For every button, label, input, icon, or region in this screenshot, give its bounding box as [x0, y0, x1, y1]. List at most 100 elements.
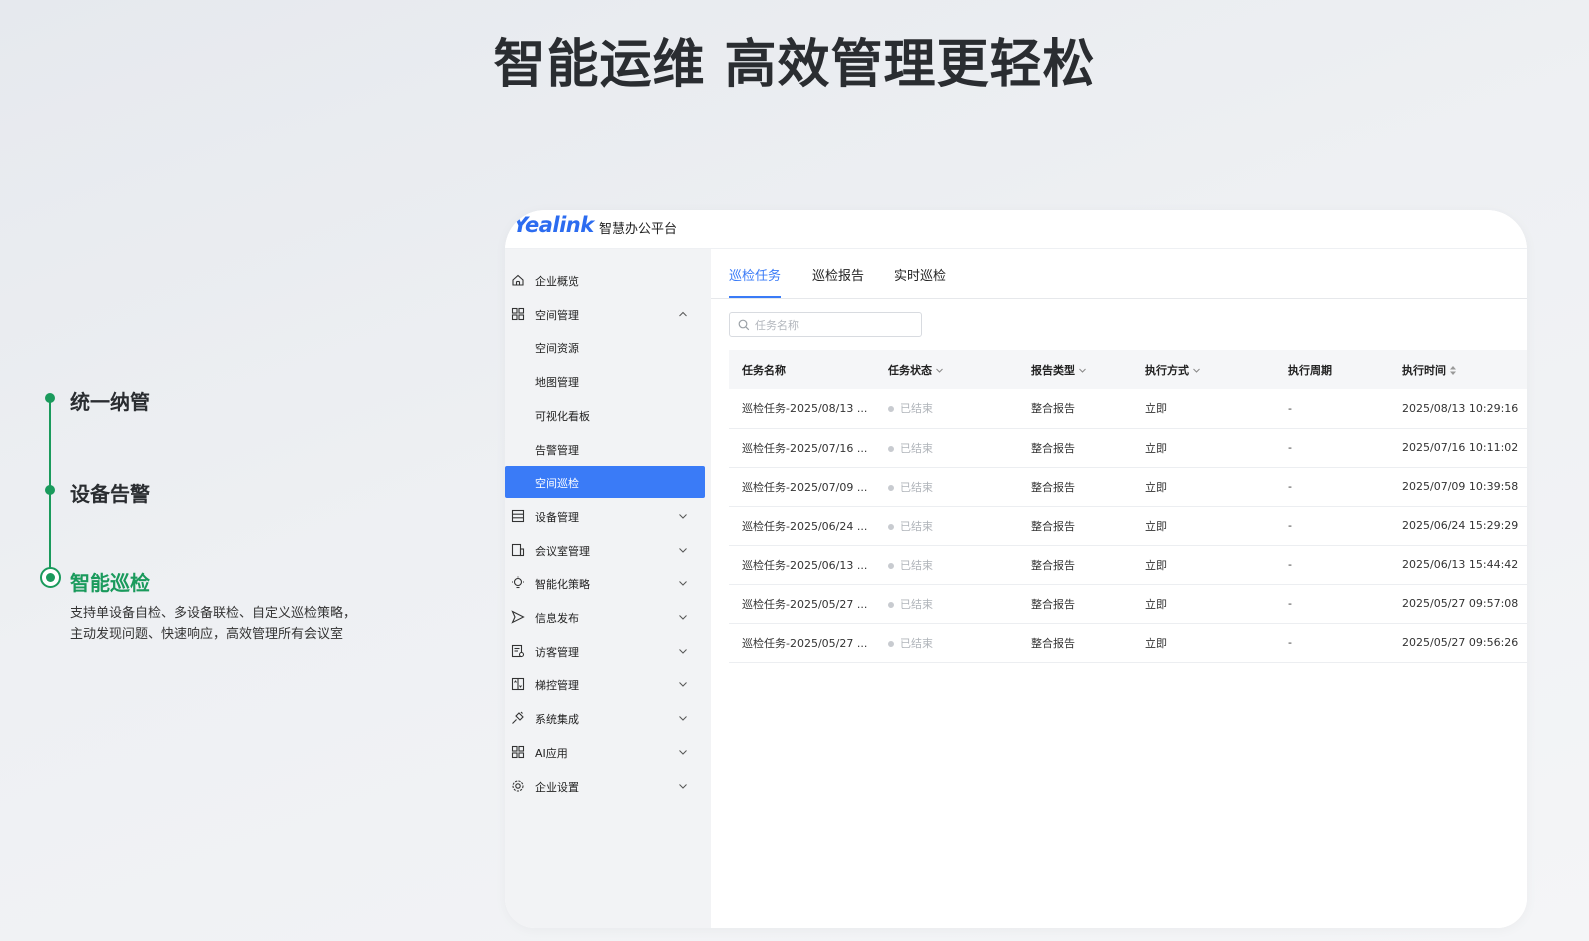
ai-grid-icon: [511, 745, 525, 758]
status-dot: [888, 562, 894, 569]
cell-task-name: 巡检任务-2025/08/13 ...: [729, 389, 875, 429]
sidebar-item-smart-strategy[interactable]: 智能化策略: [505, 567, 705, 599]
tab-inspection-tasks[interactable]: 巡检任务: [729, 265, 781, 284]
sidebar-item-label: 空间资源: [535, 342, 579, 356]
timeline-dot: [45, 485, 55, 495]
sidebar-item-label: 系统集成: [535, 713, 579, 727]
cell-task-name: 巡检任务-2025/05/27 ...: [729, 584, 875, 624]
sidebar-item-label: 空间巡检: [535, 477, 579, 491]
sidebar: 企业概览空间管理空间资源地图管理可视化看板告警管理空间巡检设备管理会议室管理智能…: [505, 249, 711, 928]
chevron-down-icon[interactable]: [677, 544, 689, 556]
status-dot: [888, 640, 894, 647]
sidebar-item-label: 设备管理: [535, 510, 579, 524]
sidebar-item-space-resources[interactable]: 空间资源: [505, 331, 705, 363]
sidebar-item-enterprise-settings[interactable]: 企业设置: [505, 770, 705, 802]
table-row[interactable]: 巡检任务-2025/08/13 ... 已结束 整合报告 立即 -2025/08/13 …: [729, 389, 1527, 429]
cell-report-type: 整合报告: [1018, 389, 1132, 429]
status-text: 已结束: [900, 441, 933, 455]
table-row[interactable]: 巡检任务-2025/06/24 ... 已结束 整合报告 立即 -2025/06/24 …: [729, 506, 1527, 546]
filter-chevron-icon[interactable]: [1078, 366, 1087, 375]
sidebar-item-visual-dashboard[interactable]: 可视化看板: [505, 399, 705, 431]
chevron-up-icon[interactable]: [677, 308, 689, 320]
column-header-report-type[interactable]: 报告类型: [1018, 350, 1132, 389]
column-header-label: 执行方式: [1145, 363, 1189, 377]
sidebar-item-info-publish[interactable]: 信息发布: [505, 601, 705, 633]
status-text: 已结束: [900, 597, 933, 611]
sidebar-item-space-management[interactable]: 空间管理: [505, 298, 705, 330]
chevron-down-icon[interactable]: [677, 678, 689, 690]
table-row[interactable]: 巡检任务-2025/07/09 ... 已结束 整合报告 立即 -2025/07/09 …: [729, 467, 1527, 507]
sidebar-item-label: 访客管理: [535, 645, 579, 659]
cell-execution-cycle: -: [1275, 506, 1389, 546]
cell-task-status: 已结束: [875, 467, 1018, 507]
sidebar-item-label: 告警管理: [535, 443, 579, 457]
sidebar-item-system-integration[interactable]: 系统集成: [505, 702, 705, 734]
sidebar-item-space-inspection[interactable]: 空间巡检: [505, 466, 705, 499]
sidebar-item-label: AI应用: [535, 746, 568, 760]
table-header-row: 任务名称 任务状态 报告类型 执行方式 执行周期 执行时间: [729, 350, 1527, 389]
cell-task-status: 已结束: [875, 623, 1018, 663]
cell-execution-time: 2025/07/09 10:39:58: [1389, 467, 1527, 507]
sidebar-item-visitor-management[interactable]: 访客管理: [505, 635, 705, 667]
chevron-down-icon[interactable]: [677, 645, 689, 657]
chevron-down-icon[interactable]: [677, 611, 689, 623]
chevron-down-icon[interactable]: [677, 712, 689, 724]
cell-execution-cycle: -: [1275, 467, 1389, 507]
feature-label: 设备告警: [70, 482, 150, 506]
sidebar-item-overview[interactable]: 企业概览: [505, 264, 705, 296]
sidebar-item-meeting-room-management[interactable]: 会议室管理: [505, 534, 705, 566]
cell-report-type: 整合报告: [1018, 623, 1132, 663]
sidebar-item-label: 会议室管理: [535, 544, 590, 558]
search-box[interactable]: [729, 312, 922, 337]
chevron-down-icon[interactable]: [677, 746, 689, 758]
tab-active-indicator: [729, 296, 781, 298]
status-dot: [888, 601, 894, 608]
cell-task-status: 已结束: [875, 545, 1018, 585]
cell-execution-cycle: -: [1275, 623, 1389, 663]
meeting-room-icon: [511, 543, 525, 556]
column-header-task-status[interactable]: 任务状态: [875, 350, 1018, 389]
feature-label: 智能巡检: [70, 571, 150, 595]
yealink-logo[interactable]: Yealink: [513, 213, 594, 237]
table-row[interactable]: 巡检任务-2025/07/16 ... 已结束 整合报告 立即 -2025/07/16 …: [729, 428, 1527, 468]
chevron-down-icon[interactable]: [677, 780, 689, 792]
cell-execution-cycle: -: [1275, 584, 1389, 624]
tab-realtime-inspection[interactable]: 实时巡检: [894, 265, 946, 284]
cell-execution-method: 立即: [1132, 467, 1275, 507]
sidebar-item-label: 智能化策略: [535, 578, 590, 592]
sidebar-item-elevator-control[interactable]: 梯控管理: [505, 668, 705, 700]
tab-bar: 巡检任务 巡检报告 实时巡检: [711, 249, 1527, 299]
cell-execution-method: 立即: [1132, 428, 1275, 468]
sidebar-item-map-management[interactable]: 地图管理: [505, 365, 705, 397]
table-row[interactable]: 巡检任务-2025/05/27 ... 已结束 整合报告 立即 -2025/05/27 …: [729, 623, 1527, 663]
sidebar-item-label: 可视化看板: [535, 409, 590, 423]
sidebar-item-label: 企业概览: [535, 275, 579, 288]
sidebar-item-device-management[interactable]: 设备管理: [505, 500, 705, 532]
send-icon: [511, 610, 525, 624]
status-dot: [888, 523, 894, 530]
status-text: 已结束: [900, 558, 933, 572]
sidebar-item-label: 空间管理: [535, 308, 579, 322]
cell-task-status: 已结束: [875, 389, 1018, 429]
column-header-label: 执行周期: [1288, 363, 1332, 377]
inspection-task-table: 任务名称 任务状态 报告类型 执行方式 执行周期 执行时间 巡检任务-2025/08/13…: [729, 350, 1527, 663]
column-header-label: 任务状态: [888, 363, 932, 377]
column-header-execution-time[interactable]: 执行时间: [1389, 350, 1527, 389]
filter-chevron-icon[interactable]: [1192, 366, 1201, 375]
search-input[interactable]: [755, 316, 915, 334]
grid-icon: [511, 307, 525, 320]
column-header-execution-method[interactable]: 执行方式: [1132, 350, 1275, 389]
sort-icon[interactable]: [1449, 365, 1457, 376]
sidebar-item-label: 地图管理: [535, 376, 579, 390]
filter-chevron-icon[interactable]: [935, 366, 944, 375]
sidebar-item-alarm-management[interactable]: 告警管理: [505, 433, 705, 465]
table-body: 巡检任务-2025/08/13 ... 已结束 整合报告 立即 -2025/08/13 …: [729, 389, 1527, 663]
table-row[interactable]: 巡检任务-2025/05/27 ... 已结束 整合报告 立即 -2025/05/27 …: [729, 584, 1527, 624]
sidebar-item-ai-apps[interactable]: AI应用: [505, 736, 705, 768]
chevron-down-icon[interactable]: [677, 510, 689, 522]
cell-execution-time: 2025/07/16 10:11:02: [1389, 428, 1527, 468]
cell-execution-method: 立即: [1132, 389, 1275, 429]
tab-inspection-reports[interactable]: 巡检报告: [812, 265, 864, 284]
chevron-down-icon[interactable]: [677, 577, 689, 589]
table-row[interactable]: 巡检任务-2025/06/13 ... 已结束 整合报告 立即 -2025/06/13 …: [729, 545, 1527, 585]
